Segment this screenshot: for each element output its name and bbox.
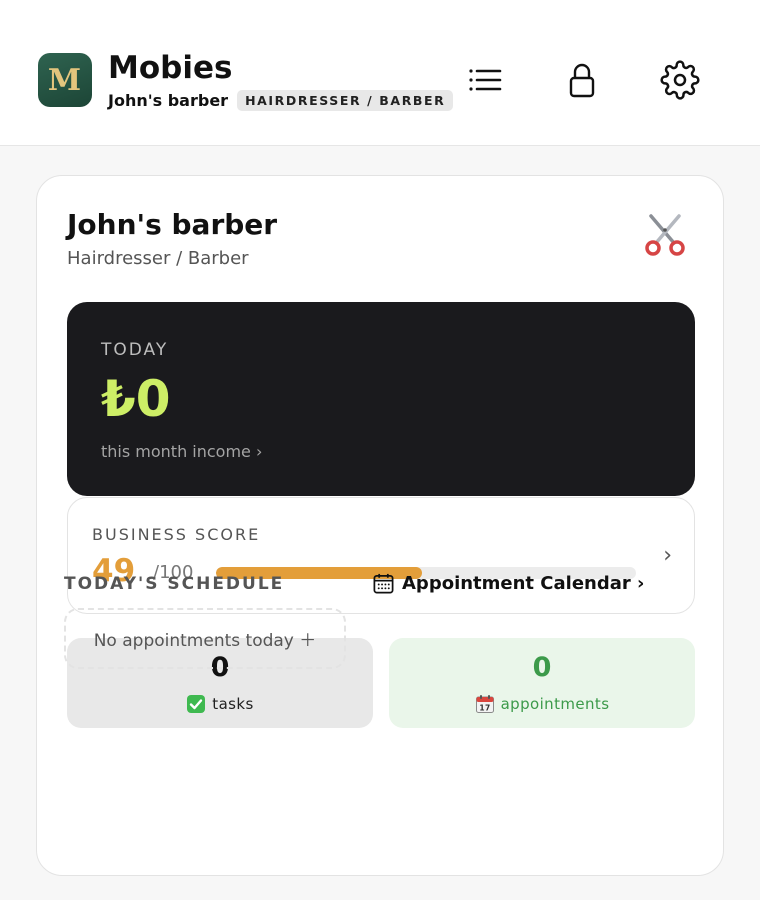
score-label: BUSINESS SCORE (92, 525, 261, 544)
add-appointment-button[interactable]: No appointments today ＋ (64, 608, 346, 669)
business-name-label: John's barber (108, 91, 229, 110)
scissors-icon (645, 214, 685, 256)
lock-icon (569, 63, 595, 98)
appointment-calendar-label: Appointment Calendar › (402, 573, 645, 594)
menu-button[interactable] (462, 58, 506, 102)
brand-row: John's barber HAIRDRESSER / BARBER (108, 90, 454, 111)
income-value: ₺0 (101, 370, 171, 428)
schedule-label: TODAY'S SCHEDULE (64, 574, 285, 594)
app-logo: M (38, 53, 92, 107)
calendar-outline-icon (373, 573, 394, 594)
app-header: M Mobies John's barber HAIRDRESSER / BAR… (0, 0, 760, 146)
no-appointments-text: No appointments today ＋ (93, 631, 317, 651)
logo-letter: M (47, 62, 83, 98)
settings-button[interactable] (658, 58, 702, 102)
category-badge: HAIRDRESSER / BARBER (237, 90, 454, 111)
tasks-label: tasks (212, 695, 254, 713)
business-card: John's barber Hairdresser / Barber TODAY… (36, 175, 724, 876)
appointments-tile[interactable]: 0 17 appointments (389, 638, 695, 728)
check-icon (187, 695, 206, 713)
svg-text:17: 17 (479, 703, 490, 712)
tasks-label-row: tasks (67, 694, 373, 714)
income-label: TODAY (101, 340, 169, 360)
gear-icon (660, 60, 700, 100)
app-name: Mobies (108, 50, 233, 86)
lock-button[interactable] (560, 58, 604, 102)
appointments-label-row: 17 appointments (389, 694, 695, 714)
appointment-calendar-link[interactable]: Appointment Calendar › (372, 572, 644, 595)
appointments-count: 0 (532, 652, 552, 683)
business-title: John's barber (67, 208, 278, 241)
income-card[interactable]: TODAY ₺0 this month income › (67, 302, 695, 496)
calendar-icon: 17 (475, 695, 494, 713)
list-icon (469, 69, 502, 91)
appointments-label: appointments (500, 695, 610, 713)
chevron-right-icon: › (663, 543, 672, 568)
business-score-card[interactable]: BUSINESS SCORE 49 /100 › (67, 497, 695, 614)
business-subtitle: Hairdresser / Barber (67, 248, 249, 269)
month-income-link[interactable]: this month income › (101, 442, 262, 461)
